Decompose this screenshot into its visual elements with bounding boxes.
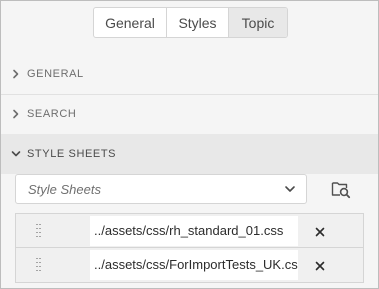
style-sheets-select-placeholder: Style Sheets [28,181,101,197]
close-icon[interactable] [314,259,326,271]
tab-topic[interactable]: Topic [229,8,287,37]
folder-search-icon[interactable] [331,179,351,199]
list-item: ../assets/css/rh_standard_01.css [16,214,363,248]
style-sheet-path: ../assets/css/rh_standard_01.css [90,215,298,246]
list-item: ../assets/css/ForImportTests_UK.css [16,248,363,281]
section-general-label: GENERAL [27,68,84,80]
drag-handle-icon[interactable] [36,223,42,238]
tab-general[interactable]: General [94,8,167,37]
style-sheets-select[interactable]: Style Sheets [15,174,307,204]
style-sheets-section-body: Style Sheets ../assets/css/rh_standard_0… [1,174,378,288]
close-icon[interactable] [314,225,326,237]
section-style-sheets-header[interactable]: STYLE SHEETS [1,134,378,174]
chevron-down-icon [278,183,302,195]
chevron-right-icon [1,69,27,79]
style-sheets-list: ../assets/css/rh_standard_01.css ../asse… [15,213,364,283]
style-sheet-path: ../assets/css/ForImportTests_UK.css [90,249,298,280]
section-general-header[interactable]: GENERAL [1,54,378,94]
style-sheet-path-text: ../assets/css/rh_standard_01.css [94,223,284,238]
topic-properties-panel: General Styles Topic GENERAL SEARCH STYL… [0,0,379,289]
section-style-sheets-label: STYLE SHEETS [27,148,117,160]
tab-styles[interactable]: Styles [167,8,229,37]
chevron-down-icon [1,149,27,159]
tab-bar-area: General Styles Topic [1,1,378,46]
tab-bar: General Styles Topic [93,7,288,38]
chevron-right-icon [1,109,27,119]
section-search-header[interactable]: SEARCH [1,94,378,134]
section-search-label: SEARCH [27,108,77,120]
drag-handle-icon[interactable] [36,257,42,272]
style-sheet-path-text: ../assets/css/ForImportTests_UK.css [94,257,298,272]
